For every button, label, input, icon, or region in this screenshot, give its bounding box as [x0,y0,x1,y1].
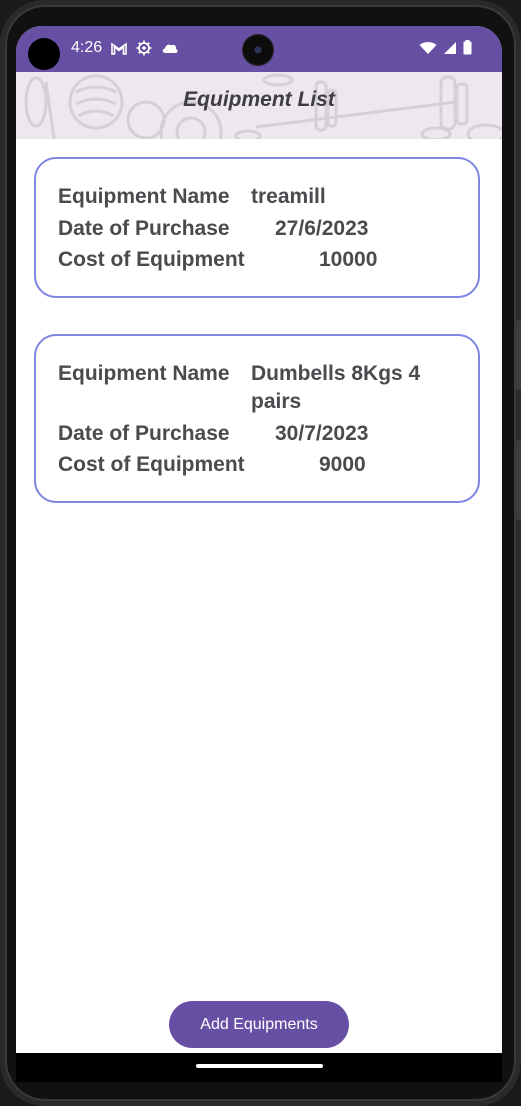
equipment-cost-value: 9000 [319,453,366,476]
equipment-cost-value: 10000 [319,248,378,271]
volume-button [516,320,521,390]
purchase-date-label: Date of Purchase [58,422,230,445]
purchase-date-value: 30/7/2023 [275,422,369,445]
add-equipments-button[interactable]: Add Equipments [169,1001,349,1048]
signal-icon [444,41,456,54]
app-header: Equipment List [16,72,502,139]
navigation-bar [16,1053,502,1082]
camera-cutout-icon [243,35,273,65]
battery-icon [463,40,472,55]
equipment-name-label: Equipment Name [58,185,230,208]
cloud-icon [162,44,178,53]
equipment-cost-label: Cost of Equipment [58,248,245,271]
phone-frame: 4:26 Equipment List Equipment Name tream… [0,0,521,1106]
purchase-date-value: 27/6/2023 [275,217,369,240]
equipment-cost-label: Cost of Equipment [58,453,245,476]
status-time: 4:26 [71,39,103,56]
app-screen: 4:26 Equipment List Equipment Name tream… [16,26,502,1082]
gmail-icon [111,41,127,55]
equipment-card[interactable]: Equipment Name treamill Date of Purchase… [34,157,480,298]
status-bar: 4:26 [16,26,502,72]
power-button [516,440,521,520]
settings-icon [136,40,152,56]
page-title: Equipment List [183,88,335,111]
equipment-name-value: Dumbells 8Kgs 4 pairs [251,362,421,413]
equipment-card[interactable]: Equipment Name Dumbells 8Kgs 4 pairs Dat… [34,334,480,503]
home-indicator[interactable] [196,1064,323,1068]
front-camera-icon [28,38,60,70]
equipment-name-label: Equipment Name [58,362,230,385]
wifi-icon [419,41,437,54]
equipment-name-value: treamill [251,185,326,208]
purchase-date-label: Date of Purchase [58,217,230,240]
